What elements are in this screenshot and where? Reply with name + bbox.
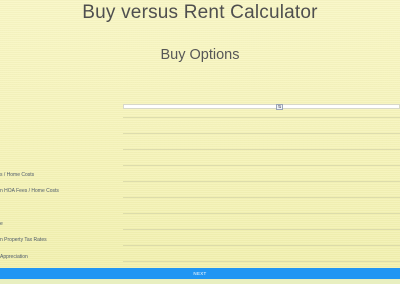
row-label-appreciation: Appreciation xyxy=(0,254,28,260)
next-button[interactable]: NEXT xyxy=(0,268,400,279)
divider xyxy=(123,245,400,246)
buy-option-input[interactable] xyxy=(123,104,400,109)
divider xyxy=(123,165,400,166)
divider xyxy=(123,133,400,134)
footer-strip xyxy=(0,279,400,284)
row-label-hoa-fees: n HOA Fees / Home Costs xyxy=(0,188,59,194)
divider xyxy=(123,117,400,118)
divider xyxy=(123,149,400,150)
row-label-home-costs: s / Home Costs xyxy=(0,172,35,178)
divider xyxy=(123,229,400,230)
divider xyxy=(123,261,400,262)
row-label-partial: e xyxy=(0,221,3,227)
section-title: Buy Options xyxy=(160,47,240,63)
background-texture xyxy=(0,0,400,284)
stepper-icon[interactable]: ⇅ xyxy=(276,104,283,110)
page-title: Buy versus Rent Calculator xyxy=(82,2,318,23)
row-label-property-tax: n Property Tax Rates xyxy=(0,237,47,243)
divider xyxy=(123,213,400,214)
divider xyxy=(123,181,400,182)
divider xyxy=(123,197,400,198)
